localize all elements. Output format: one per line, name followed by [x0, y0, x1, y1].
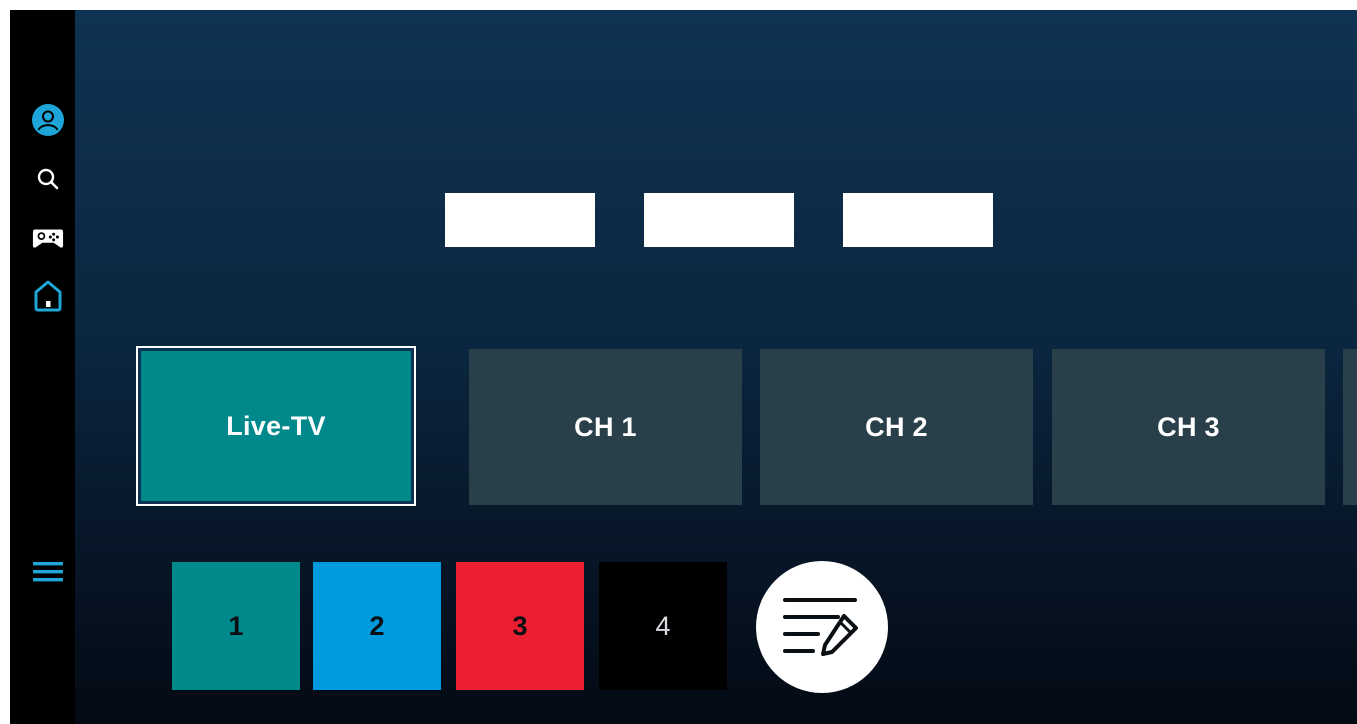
placeholder-block	[445, 193, 595, 247]
placeholder-block	[843, 193, 993, 247]
channel-tile-ch2[interactable]: CH 2	[760, 349, 1033, 505]
edit-list-icon	[783, 598, 858, 656]
edit-list-button[interactable]	[756, 561, 888, 693]
sidebar-item-home[interactable]	[32, 280, 64, 312]
gamepad-icon	[32, 229, 64, 248]
channel-label: CH 1	[574, 411, 637, 442]
color-key-label: 4	[655, 610, 671, 641]
profile-icon	[32, 104, 64, 136]
channel-label: CH 3	[1157, 411, 1220, 442]
color-key-1[interactable]: 1	[172, 562, 300, 690]
color-key-3[interactable]: 3	[456, 562, 584, 690]
channel-label: CH 2	[865, 411, 928, 442]
hamburger-menu-icon	[33, 562, 63, 582]
live-tv-tile[interactable]: Live-TV	[136, 346, 416, 506]
live-tv-label: Live-TV	[226, 410, 326, 441]
color-key-4[interactable]: 4	[599, 562, 727, 690]
channel-tile-ch3[interactable]: CH 3	[1052, 349, 1325, 505]
home-icon	[34, 280, 62, 312]
sidebar-item-menu[interactable]	[32, 556, 64, 588]
sidebar	[10, 10, 75, 724]
placeholder-block	[644, 193, 794, 247]
color-key-label: 3	[512, 610, 528, 641]
tv-home-screen: Live-TV CH 1 CH 2 CH 3 1 2 3 4	[10, 10, 1357, 724]
color-key-label: 2	[369, 610, 385, 641]
sidebar-item-profile[interactable]	[32, 104, 64, 136]
channel-tile-ch1[interactable]: CH 1	[469, 349, 742, 505]
channel-tile-partial[interactable]	[1343, 349, 1357, 505]
search-icon	[37, 168, 59, 190]
sidebar-item-search[interactable]	[32, 163, 64, 195]
color-key-label: 1	[228, 610, 244, 641]
color-key-2[interactable]: 2	[313, 562, 441, 690]
sidebar-item-games[interactable]	[32, 222, 64, 254]
